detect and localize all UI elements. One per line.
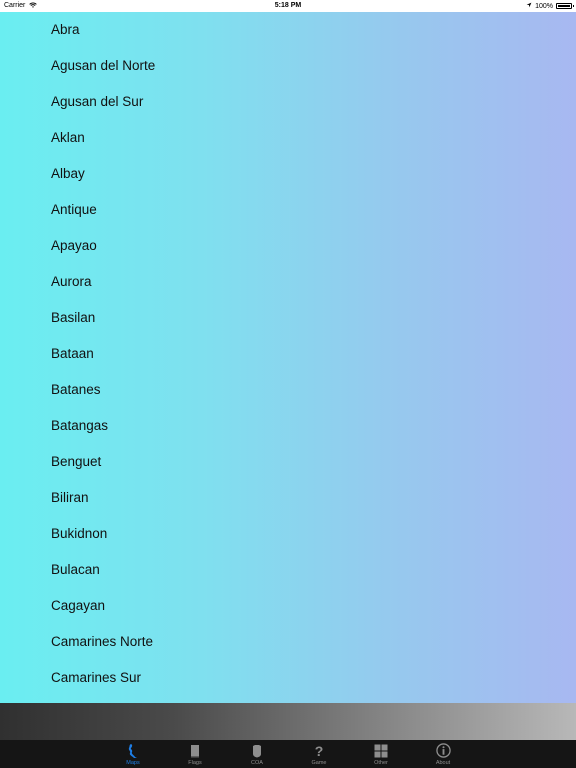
tab-label: Game [311,760,327,766]
province-list-view[interactable]: Abra Agusan del Norte Agusan del Sur Akl… [0,12,576,703]
flag-icon [189,742,201,759]
map-pin-icon [126,742,140,759]
tab-coa[interactable]: COA [226,740,288,768]
battery-icon [556,3,574,9]
clock: 5:18 PM [274,2,302,9]
tab-other[interactable]: Other [350,740,412,768]
tab-maps[interactable]: Maps [102,740,164,768]
tab-bar: Maps Flags COA ? Game Other About [0,740,576,768]
battery-percent: 100% [535,2,553,10]
tab-label: Flags [188,760,202,766]
list-item[interactable]: Camarines Sur [0,660,576,696]
tab-about[interactable]: About [412,740,474,768]
list-item[interactable]: Agusan del Norte [0,48,576,84]
list-item[interactable]: Cagayan [0,588,576,624]
list-item[interactable]: Apayao [0,228,576,264]
tab-label: Maps [126,760,140,766]
tab-label: Other [374,760,388,766]
list-item[interactable]: Camarines Norte [0,624,576,660]
info-icon [435,742,451,759]
tab-label: COA [251,760,263,766]
banner-area [0,703,576,740]
list-item[interactable]: Abra [0,12,576,48]
shield-icon [251,742,263,759]
tab-flags[interactable]: Flags [164,740,226,768]
list-item[interactable]: Biliran [0,480,576,516]
tab-game[interactable]: ? Game [288,740,350,768]
list-item[interactable]: Aklan [0,120,576,156]
tab-label: About [435,760,451,766]
list-item[interactable]: Bataan [0,336,576,372]
province-list: Abra Agusan del Norte Agusan del Sur Akl… [0,12,576,696]
location-arrow-icon [526,2,532,10]
question-icon: ? [313,742,325,759]
list-item[interactable]: Bulacan [0,552,576,588]
list-item[interactable]: Batangas [0,408,576,444]
status-bar: Carrier 5:18 PM 100% [0,0,576,12]
list-item[interactable]: Albay [0,156,576,192]
list-item[interactable]: Batanes [0,372,576,408]
svg-text:?: ? [315,744,324,758]
list-item[interactable]: Benguet [0,444,576,480]
grid-icon [374,742,388,759]
list-item[interactable]: Agusan del Sur [0,84,576,120]
list-item[interactable]: Bukidnon [0,516,576,552]
list-item[interactable]: Basilan [0,300,576,336]
list-item[interactable]: Antique [0,192,576,228]
list-item[interactable]: Aurora [0,264,576,300]
